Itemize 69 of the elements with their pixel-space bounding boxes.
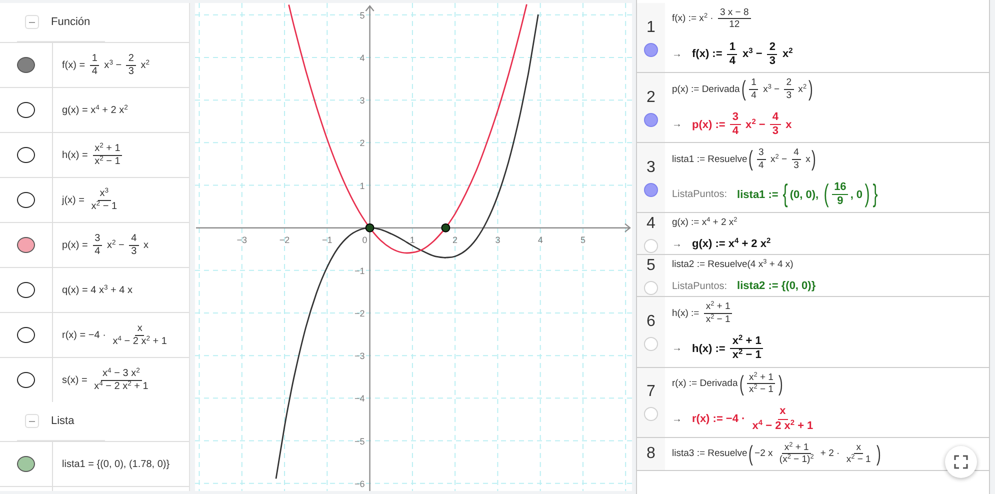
tick-label: 1 xyxy=(410,234,415,245)
group-title: Lista xyxy=(51,415,74,427)
row-number: 5 xyxy=(646,256,656,275)
function-definition[interactable]: r(x) = −4 · x x$^{4}$ − 2 x$^{2}$ + 1 xyxy=(62,322,171,348)
output-label: ListaPuntos: xyxy=(672,280,728,292)
tick-label: 1 xyxy=(360,180,365,191)
cas-input[interactable]: g(x) := x$^{4}$ + 2 x$^{2}$ xyxy=(672,217,983,228)
row-number: 1 xyxy=(646,18,656,37)
tick-label: −1 xyxy=(354,266,365,276)
row-number: 6 xyxy=(646,313,656,332)
row-number: 4 xyxy=(646,214,656,233)
tick-label: −2 xyxy=(354,308,365,318)
function-definition[interactable]: g(x) = x$^{4}$ + 2 x$^{2}$ xyxy=(62,104,128,116)
point-marker xyxy=(365,223,374,232)
tick-label: 0 xyxy=(362,234,368,245)
tick-label: 5 xyxy=(360,10,365,20)
tick-label: −6 xyxy=(354,478,365,489)
row-number: 2 xyxy=(646,88,656,107)
result-arrow: → xyxy=(672,414,682,425)
visibility-toggle[interactable] xyxy=(17,237,35,253)
cas-result: r(x) := −4 · x x$^{4}$ − 2 x$^{2}$ + 1 xyxy=(692,405,814,433)
function-definition[interactable]: j(x) = x$^{3}$ x$^{2}$ − 1 xyxy=(62,188,122,212)
result-arrow: → xyxy=(672,238,682,250)
visibility-toggle[interactable] xyxy=(17,192,35,208)
tick-label: 4 xyxy=(360,53,365,63)
tick-label: −3 xyxy=(236,234,248,245)
result-arrow: → xyxy=(672,48,682,60)
visibility-toggle[interactable] xyxy=(17,282,35,298)
row-number: 3 xyxy=(646,158,656,177)
visibility-toggle[interactable] xyxy=(644,182,658,197)
tick-label: 3 xyxy=(495,234,500,245)
cas-result: g(x) := x$^{4}$ + 2 x$^{2}$ xyxy=(692,238,771,250)
function-definition[interactable]: s(x) = x$^{4}$ − 3 x$^{2}$ x$^{4}$ − 2 x$^{2}$ + 1 xyxy=(62,368,152,392)
tick-label: 2 xyxy=(360,138,365,148)
visibility-toggle[interactable] xyxy=(17,456,35,472)
fullscreen-button[interactable] xyxy=(945,446,977,478)
output-label: ListaPuntos: xyxy=(672,189,728,200)
visibility-toggle[interactable] xyxy=(17,327,35,343)
function-definition[interactable]: h(x) = x$^{2}$ + 1 x$^{2}$ − 1 xyxy=(62,142,124,168)
visibility-toggle[interactable] xyxy=(644,112,658,127)
cas-result: lista2 := {(0, 0)} xyxy=(737,280,816,292)
cas-result: h(x) := x$^{2}$ + 1 x$^{2}$ − 1 xyxy=(692,335,764,363)
tick-label: 2 xyxy=(452,234,458,245)
collapse-icon[interactable] xyxy=(25,414,39,428)
tick-label: −1 xyxy=(322,234,332,245)
tick-label: −2 xyxy=(279,234,290,245)
visibility-toggle[interactable] xyxy=(17,57,35,73)
visibility-toggle[interactable] xyxy=(644,42,658,57)
fullscreen-icon xyxy=(954,455,968,469)
tick-label: 5 xyxy=(580,234,586,245)
visibility-toggle[interactable] xyxy=(17,102,35,118)
tick-label: 3 xyxy=(360,96,365,106)
result-arrow: → xyxy=(672,343,682,354)
cas-input[interactable]: h(x) := x$^{2}$ + 1 x$^{2}$ − 1 xyxy=(672,301,983,326)
row-number: 8 xyxy=(646,444,656,463)
point-marker xyxy=(441,223,450,232)
cas-input[interactable]: lista2 := Resuelve(4 x$^{3}$ + 4 x) xyxy=(672,259,983,270)
group-title: Función xyxy=(51,16,90,28)
collapse-icon[interactable] xyxy=(25,15,39,29)
function-definition[interactable]: lista1 = {(0, 0), (1.78, 0)} xyxy=(62,458,170,470)
visibility-toggle[interactable] xyxy=(17,147,35,163)
tick-label: 4 xyxy=(538,234,543,245)
result-arrow: → xyxy=(672,119,682,130)
tick-label: −4 xyxy=(354,394,365,404)
function-definition[interactable]: q(x) = 4 x$^{3}$ + 4 x xyxy=(62,284,132,296)
tick-label: −5 xyxy=(354,436,365,446)
visibility-toggle[interactable] xyxy=(17,372,35,388)
row-number: 7 xyxy=(646,383,656,402)
tick-label: −3 xyxy=(354,351,365,362)
